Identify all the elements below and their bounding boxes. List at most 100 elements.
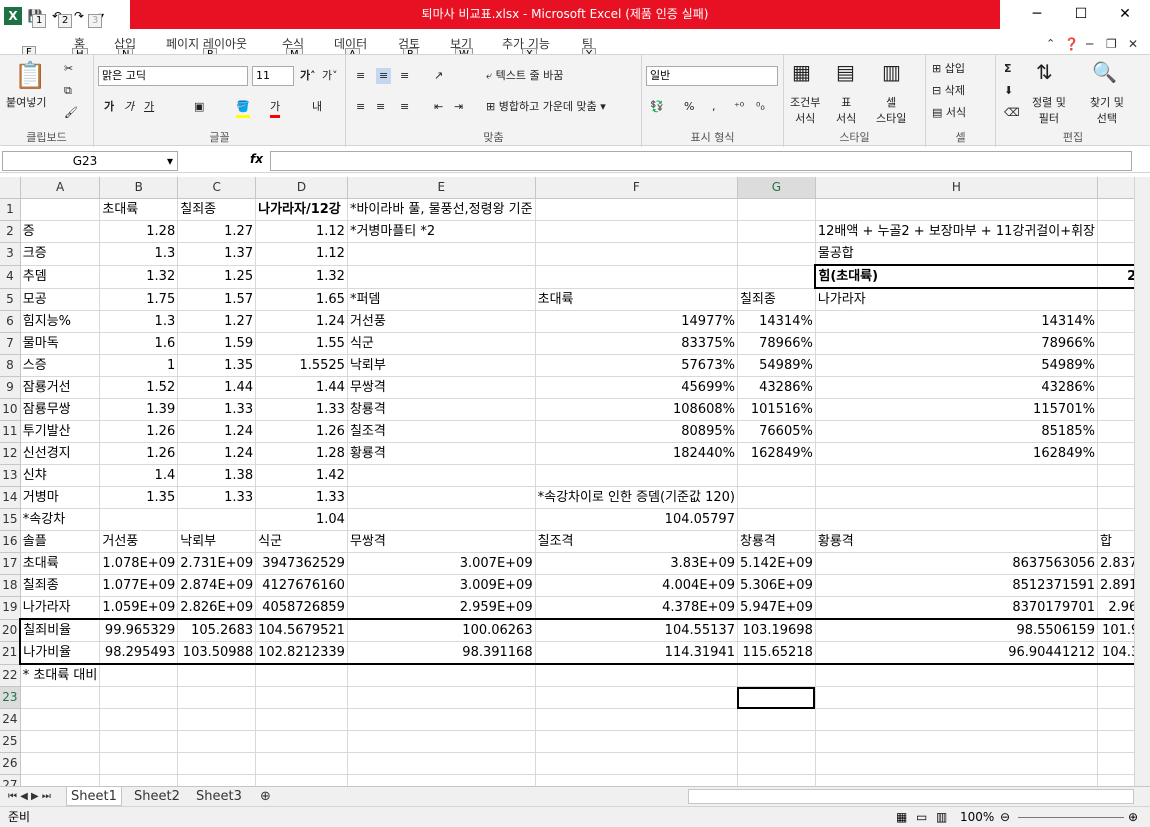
cell-A6[interactable]: 힘지능% <box>20 310 101 333</box>
cell-D14[interactable]: 1.33 <box>255 486 348 509</box>
column-header-D[interactable]: D <box>255 177 348 199</box>
cell-H13[interactable] <box>815 464 1099 487</box>
cell-B12[interactable]: 1.26 <box>99 442 179 465</box>
row-header-25[interactable]: 25 <box>0 730 21 753</box>
border-icon[interactable]: ▣ <box>194 99 204 115</box>
cell-E13[interactable] <box>347 464 536 487</box>
cell-A17[interactable]: 초대륙 <box>20 552 101 575</box>
cell-E8[interactable]: 낙뢰부 <box>347 354 536 377</box>
cell-I3[interactable]: 2264 <box>1097 242 1134 266</box>
cell-H19[interactable]: 8370179701 <box>815 596 1099 620</box>
cell-B10[interactable]: 1.39 <box>99 398 179 421</box>
cell-G27[interactable] <box>737 774 816 786</box>
cell-G3[interactable] <box>737 242 816 266</box>
cell-A10[interactable]: 잠룡무쌍 <box>20 398 101 421</box>
cell-F13[interactable] <box>535 464 738 487</box>
phonetic-icon[interactable]: 내 <box>312 99 322 115</box>
row-header-21[interactable]: 21 <box>0 641 21 665</box>
bold-button[interactable]: 가 <box>104 99 114 115</box>
cut-icon[interactable]: ✂ <box>64 61 73 77</box>
cell-G10[interactable]: 101516% <box>737 398 816 421</box>
cell-B15[interactable] <box>99 508 179 531</box>
cell-E6[interactable]: 거선풍 <box>347 310 536 333</box>
cell-B24[interactable] <box>99 708 179 731</box>
cell-D13[interactable]: 1.42 <box>255 464 348 487</box>
cell-G15[interactable] <box>737 508 816 531</box>
cell-D25[interactable] <box>255 730 348 753</box>
cell-F16[interactable]: 칠조격 <box>535 530 738 553</box>
cell-D17[interactable]: 3947362529 <box>255 552 348 575</box>
cell-A26[interactable] <box>20 752 101 775</box>
cell-A9[interactable]: 잠룡거선 <box>20 376 101 399</box>
cell-C10[interactable]: 1.33 <box>177 398 257 421</box>
cell-A22[interactable]: * 초대륙 대비 <box>20 664 101 687</box>
cell-A23[interactable] <box>20 686 101 709</box>
cell-A12[interactable]: 신선경지 <box>20 442 101 465</box>
cell-D8[interactable]: 1.5525 <box>255 354 348 377</box>
row-header-10[interactable]: 10 <box>0 398 21 421</box>
cell-C9[interactable]: 1.44 <box>177 376 257 399</box>
shrink-font-icon[interactable]: 가˅ <box>322 68 338 84</box>
cell-A27[interactable] <box>20 774 101 786</box>
merge-center-button[interactable]: ⊞ 병합하고 가운데 맞춤 ▾ <box>486 99 606 115</box>
cell-H2[interactable]: 12배액 + 누골2 + 보장마부 + 11강귀걸이+휘장 <box>815 220 1099 243</box>
column-header-H[interactable]: H <box>815 177 1099 199</box>
cell-C14[interactable]: 1.33 <box>177 486 257 509</box>
cell-F25[interactable] <box>535 730 738 753</box>
cell-F8[interactable]: 57673% <box>535 354 738 377</box>
cell-F24[interactable] <box>535 708 738 731</box>
copy-icon[interactable]: ⧉ <box>64 83 72 99</box>
sort-filter-button[interactable]: 정렬 및 필터 <box>1032 95 1066 127</box>
cell-C22[interactable] <box>177 664 257 687</box>
cell-D4[interactable]: 1.32 <box>255 265 348 289</box>
cell-D19[interactable]: 4058726859 <box>255 596 348 620</box>
align-left-icon[interactable]: ≡ <box>356 99 365 115</box>
cell-B25[interactable] <box>99 730 179 753</box>
italic-button[interactable]: 가 <box>124 99 134 115</box>
cell-I22[interactable] <box>1097 664 1134 687</box>
cell-F23[interactable] <box>535 686 738 709</box>
cell-H27[interactable] <box>815 774 1099 786</box>
view-normal-icon[interactable]: ▦ <box>896 807 907 827</box>
cell-G23[interactable] <box>737 686 816 709</box>
paste-button[interactable]: 붙여넣기 <box>6 95 46 111</box>
cell-D6[interactable]: 1.24 <box>255 310 348 333</box>
row-header-19[interactable]: 19 <box>0 596 21 620</box>
cell-E16[interactable]: 무쌍격 <box>347 530 536 553</box>
cell-E18[interactable]: 3.009E+09 <box>347 574 536 597</box>
cell-I16[interactable]: 합 <box>1097 530 1134 553</box>
cell-G4[interactable] <box>737 265 816 289</box>
cell-G6[interactable]: 14314% <box>737 310 816 333</box>
cell-G12[interactable]: 162849% <box>737 442 816 465</box>
cell-C20[interactable]: 105.2683 <box>177 618 257 642</box>
underline-button[interactable]: 가 <box>144 99 154 115</box>
cell-H24[interactable] <box>815 708 1099 731</box>
cell-B2[interactable]: 1.28 <box>99 220 179 243</box>
row-header-14[interactable]: 14 <box>0 486 21 509</box>
row-header-26[interactable]: 26 <box>0 752 21 775</box>
cell-D18[interactable]: 4127676160 <box>255 574 348 597</box>
cell-D15[interactable]: 1.04 <box>255 508 348 531</box>
row-header-22[interactable]: 22 <box>0 664 21 687</box>
cell-E17[interactable]: 3.007E+09 <box>347 552 536 575</box>
column-header-E[interactable]: E <box>347 177 536 199</box>
cell-E9[interactable]: 무쌍격 <box>347 376 536 399</box>
cell-A8[interactable]: 스증 <box>20 354 101 377</box>
cell-C27[interactable] <box>177 774 257 786</box>
cell-B6[interactable]: 1.3 <box>99 310 179 333</box>
cell-B19[interactable]: 1.059E+09 <box>99 596 179 620</box>
cell-G20[interactable]: 103.19698 <box>737 618 816 642</box>
cell-B26[interactable] <box>99 752 179 775</box>
cell-D2[interactable]: 1.12 <box>255 220 348 243</box>
cell-F26[interactable] <box>535 752 738 775</box>
cell-A25[interactable] <box>20 730 101 753</box>
cell-C5[interactable]: 1.57 <box>177 288 257 311</box>
conditional-format-icon[interactable]: ▦ <box>792 59 811 85</box>
cell-D27[interactable] <box>255 774 348 786</box>
cell-I10[interactable] <box>1097 398 1134 421</box>
cell-G25[interactable] <box>737 730 816 753</box>
align-center-icon[interactable]: ≡ <box>376 99 385 115</box>
increase-indent-icon[interactable]: ⇥ <box>454 99 463 115</box>
cell-E26[interactable] <box>347 752 536 775</box>
cell-I5[interactable] <box>1097 288 1134 311</box>
